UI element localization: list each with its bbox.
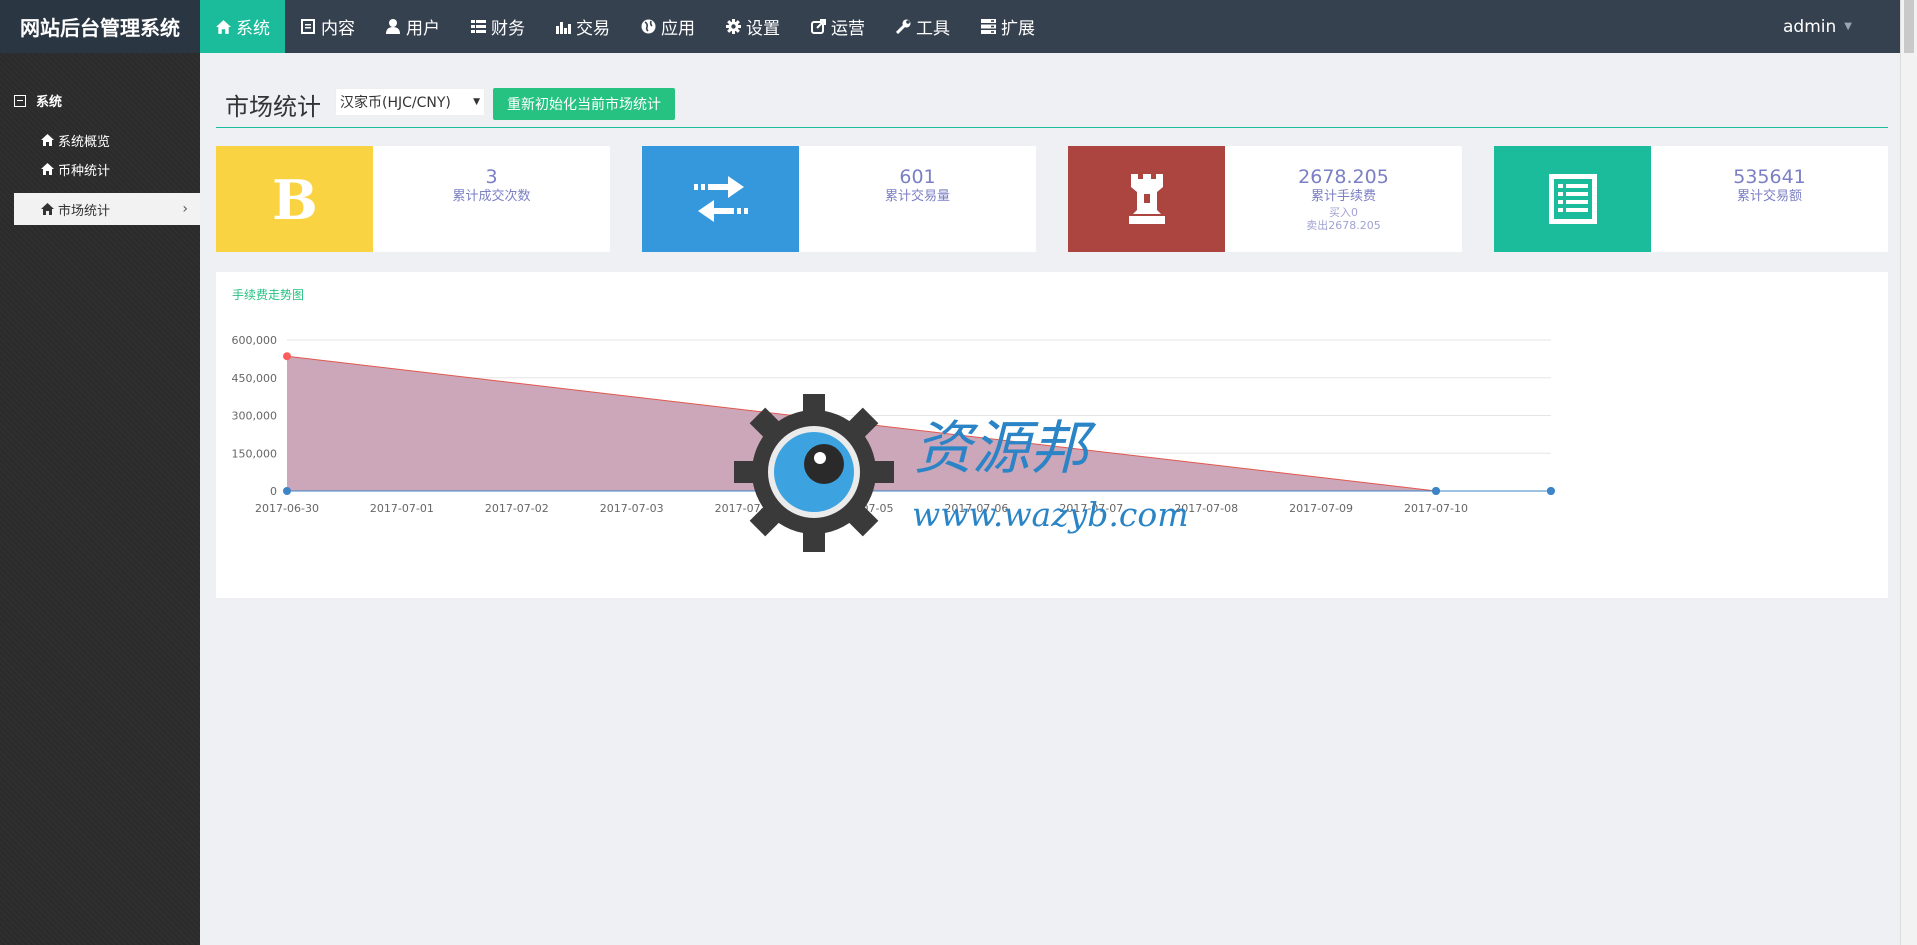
nav-tools[interactable]: 工具 [880,0,965,53]
home-icon [41,134,54,146]
page-header: 市场统计 汉家币(HJC/CNY) ▼ 重新初始化当前市场统计 [216,85,1888,128]
y-tick-label: 450,000 [232,372,278,385]
chevron-right-icon: › [182,201,188,217]
share-icon [810,19,826,35]
list-icon [470,19,486,35]
svg-text:B: B [273,173,317,225]
data-point [1432,487,1440,495]
nav-label: 用户 [406,19,440,39]
x-tick-label: 2017-07-01 [370,502,434,515]
home-icon [41,163,54,175]
bitcoin-icon: B [216,146,373,252]
nav-settings[interactable]: 设置 [710,0,795,53]
x-tick-label: 2017-06-30 [255,502,319,515]
sidebar-item-overview[interactable]: 系统概览 [14,124,200,156]
nav-operations[interactable]: 运营 [795,0,880,53]
chess-rook-icon [1068,146,1225,252]
globe-icon [640,19,656,35]
nav-label: 系统 [236,19,270,39]
stat-cards: B 3 累计成交次数 601 累计交易量 2678.205 累计手续费 买入0 … [216,146,1888,252]
user-icon [385,19,401,35]
stat-value: 601 [899,166,936,188]
stat-buy-fee: 买入0 [1329,206,1358,219]
nav-label: 扩展 [1001,19,1035,39]
nav-apps[interactable]: 应用 [625,0,710,53]
gear-icon [725,19,741,35]
nav-trade[interactable]: 交易 [540,0,625,53]
sidebar-item-currency-stats[interactable]: 币种统计 [14,153,200,185]
stat-card-trade-amount: 535641 累计交易额 [1494,146,1888,252]
sidebar-section-system[interactable]: 系统 [14,91,62,110]
nav-label: 内容 [321,19,355,39]
nav-label: 财务 [491,19,525,39]
home-icon [215,19,231,35]
sidebar-section-label: 系统 [36,95,63,110]
x-tick-label: 2017-07-09 [1289,502,1353,515]
nav-finance[interactable]: 财务 [455,0,540,53]
market-select[interactable]: 汉家币(HJC/CNY) ▼ [335,88,485,116]
data-point [283,352,291,361]
y-tick-label: 0 [270,485,277,498]
market-select-value: 汉家币(HJC/CNY) [340,95,451,111]
watermark-logo: 资源邦 www.wazyb.com [734,394,1189,552]
stat-card-trade-volume: 601 累计交易量 [642,146,1036,252]
scrollbar-thumb[interactable] [1904,0,1914,53]
stat-label: 累计交易额 [1736,189,1802,204]
top-navbar: 网站后台管理系统 系统 内容 用户 财务 交易 应用 设置 运营 工具 扩展 admin ▼ [0,0,1900,53]
x-tick-label: 2017-07-10 [1404,502,1468,515]
nav-label: 交易 [576,19,610,39]
document-icon [300,19,316,35]
main-nav: 系统 内容 用户 财务 交易 应用 设置 运营 工具 扩展 [200,0,1050,53]
nav-users[interactable]: 用户 [370,0,455,53]
caret-down-icon: ▼ [1844,21,1852,32]
x-tick-label: 2017-07-03 [600,502,664,515]
stat-card-trade-count: B 3 累计成交次数 [216,146,610,252]
server-icon [980,19,996,35]
nav-label: 运营 [831,19,865,39]
stat-value: 3 [485,166,498,188]
user-menu[interactable]: admin ▼ [1783,0,1852,53]
y-tick-label: 300,000 [232,410,278,423]
stat-card-fees: 2678.205 累计手续费 买入0 卖出2678.205 [1068,146,1462,252]
nav-label: 设置 [746,19,780,39]
sidebar-item-label: 系统概览 [58,134,111,150]
y-tick-label: 150,000 [232,447,278,460]
exchange-arrows-icon [642,146,799,252]
nav-label: 工具 [916,19,950,39]
stat-value: 2678.205 [1298,166,1389,188]
nav-system[interactable]: 系统 [200,0,285,53]
nav-extensions[interactable]: 扩展 [965,0,1050,53]
username: admin [1783,16,1837,37]
watermark-url: www.wazyb.com [912,495,1189,534]
bar-chart-icon [555,19,571,35]
sidebar-item-label: 市场统计 [58,203,111,219]
sidebar-item-label: 币种统计 [58,163,111,179]
nav-content[interactable]: 内容 [285,0,370,53]
data-point [1546,487,1555,495]
sidebar-item-market-stats[interactable]: 市场统计 › [14,193,200,225]
wrench-icon [895,19,911,35]
stat-sell-fee: 卖出2678.205 [1306,219,1381,232]
watermark-title: 资源邦 [914,414,1097,482]
y-tick-label: 600,000 [232,334,278,347]
data-point [283,487,291,495]
reinit-market-stats-button[interactable]: 重新初始化当前市场统计 [493,88,675,120]
collapse-icon [14,94,26,107]
home-icon [41,203,54,215]
brand-logo[interactable]: 网站后台管理系统 [0,0,200,53]
sidebar: 系统 系统概览 币种统计 市场统计 › [0,53,200,945]
stat-label: 累计手续费 [1310,189,1376,204]
page-scrollbar[interactable] [1900,0,1917,945]
stat-label: 累计成交次数 [452,189,531,204]
list-alt-icon [1494,146,1651,252]
stat-value: 535641 [1733,166,1806,188]
page-title: 市场统计 [225,93,321,121]
select-arrow-icon: ▼ [473,97,480,107]
stat-label: 累计交易量 [884,189,950,204]
x-tick-label: 2017-07-02 [485,502,549,515]
nav-label: 应用 [661,19,695,39]
